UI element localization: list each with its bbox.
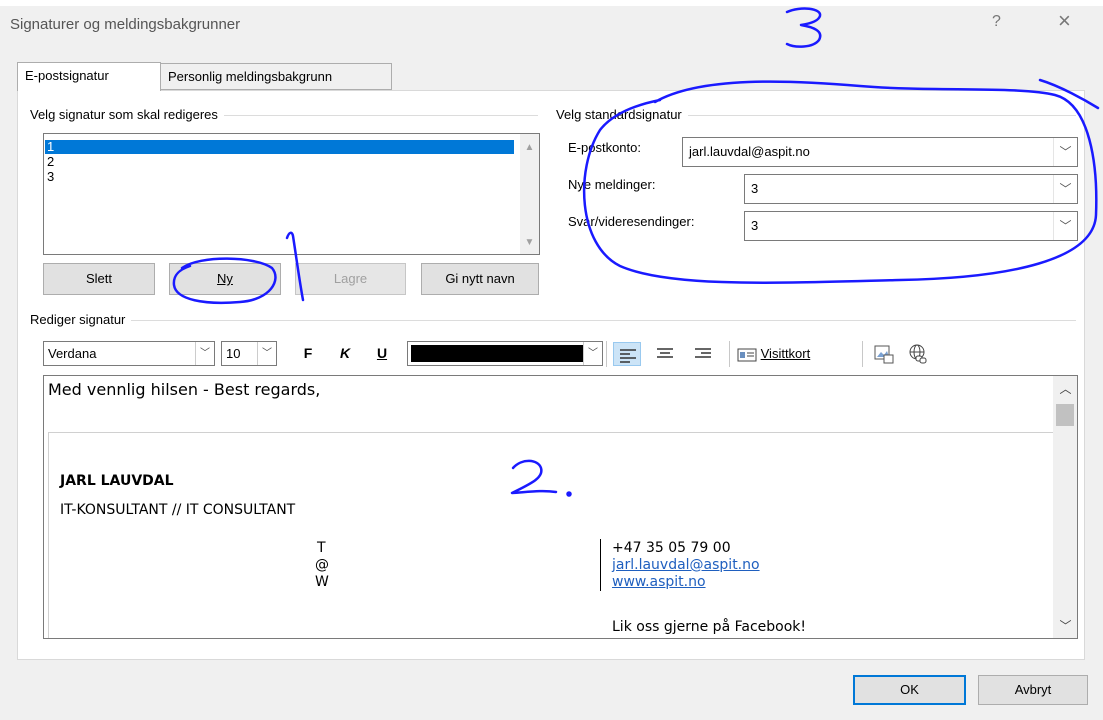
delete-button-label: Slett bbox=[85, 271, 112, 286]
signature-website-link[interactable]: www.aspit.no bbox=[612, 574, 706, 590]
chevron-down-icon[interactable]: ﹀ bbox=[583, 342, 602, 365]
email-account-value: jarl.lauvdal@aspit.no bbox=[689, 144, 810, 159]
email-account-select[interactable]: jarl.lauvdal@aspit.no ﹀ bbox=[682, 137, 1078, 167]
font-size-select[interactable]: 10 ﹀ bbox=[221, 341, 277, 366]
save-button-label: Lagre bbox=[333, 271, 368, 286]
replies-forwards-label: Svar/videresendinger: bbox=[568, 214, 695, 229]
annotation-mark-3 bbox=[785, 7, 822, 48]
font-color-select[interactable]: ﹀ bbox=[407, 341, 603, 366]
ok-button-label: OK bbox=[900, 682, 919, 697]
email-account-label: E-postkonto: bbox=[568, 140, 641, 155]
cancel-button[interactable]: Avbryt bbox=[978, 675, 1088, 705]
signature-list-item[interactable]: 3 bbox=[45, 170, 514, 184]
select-signature-group-label: Velg signatur som skal redigeres bbox=[30, 107, 224, 122]
contact-label-web: W bbox=[315, 574, 329, 590]
signature-phone: +47 35 05 79 00 bbox=[612, 540, 731, 556]
font-value: Verdana bbox=[48, 346, 97, 361]
group-divider bbox=[30, 320, 1076, 321]
signature-editor[interactable]: Med vennlig hilsen - Best regards, JARL … bbox=[43, 375, 1078, 639]
business-card-button[interactable]: Visittkort bbox=[737, 343, 857, 367]
font-size-value: 10 bbox=[226, 346, 241, 361]
toolbar-separator bbox=[729, 341, 730, 367]
align-right-button[interactable] bbox=[689, 342, 717, 366]
new-messages-select[interactable]: 3 ﹀ bbox=[744, 174, 1078, 204]
new-messages-value: 3 bbox=[751, 181, 759, 196]
underline-button[interactable]: U bbox=[372, 342, 392, 364]
align-right-icon bbox=[695, 348, 711, 358]
rename-button[interactable]: Gi nytt navn bbox=[421, 263, 539, 295]
rename-button-label: Gi nytt navn bbox=[445, 271, 515, 286]
insert-picture-button[interactable] bbox=[872, 343, 896, 365]
scroll-thumb[interactable] bbox=[1056, 404, 1074, 426]
help-button[interactable]: ? bbox=[992, 13, 1001, 31]
signature-listbox[interactable]: 1 2 3 ▲ ▼ bbox=[43, 133, 540, 255]
scroll-down-icon[interactable]: ﹀ bbox=[1056, 617, 1075, 634]
edit-signature-group-label: Rediger signatur bbox=[30, 312, 132, 327]
insert-hyperlink-button[interactable] bbox=[906, 343, 930, 365]
toolbar-separator bbox=[606, 341, 607, 367]
new-button-label: Ny bbox=[217, 271, 233, 286]
font-color-swatch bbox=[411, 345, 583, 362]
cancel-button-label: Avbryt bbox=[1014, 682, 1052, 697]
tab-personal-stationery-label: Personlig meldingsbakgrunn bbox=[168, 69, 333, 84]
default-signature-group-label: Velg standardsignatur bbox=[556, 107, 688, 122]
editor-scrollbar[interactable]: ︿ ﹀ bbox=[1053, 376, 1077, 638]
italic-button[interactable]: K bbox=[335, 342, 355, 364]
signature-facebook-text: Lik oss gjerne på Facebook! bbox=[612, 619, 806, 635]
replies-forwards-select[interactable]: 3 ﹀ bbox=[744, 211, 1078, 241]
signature-greeting: Med vennlig hilsen - Best regards, bbox=[48, 380, 321, 399]
contact-label-phone: T bbox=[317, 540, 326, 556]
listbox-scrollbar[interactable]: ▲ ▼ bbox=[520, 134, 539, 254]
hyperlink-icon bbox=[909, 344, 927, 364]
align-left-icon bbox=[620, 349, 636, 363]
signature-job-title: IT-KONSULTANT // IT CONSULTANT bbox=[60, 502, 296, 518]
background-strip bbox=[0, 0, 1103, 6]
signature-list-item[interactable]: 1 bbox=[45, 140, 514, 154]
signature-email-link[interactable]: jarl.lauvdal@aspit.no bbox=[612, 557, 760, 573]
business-card-label: Visittkort bbox=[760, 346, 811, 361]
font-select[interactable]: Verdana ﹀ bbox=[43, 341, 215, 366]
save-button[interactable]: Lagre bbox=[295, 263, 406, 295]
align-left-button[interactable] bbox=[613, 342, 641, 366]
ok-button[interactable]: OK bbox=[853, 675, 966, 705]
bold-button[interactable]: F bbox=[298, 342, 318, 364]
new-messages-label: Nye meldinger: bbox=[568, 177, 656, 192]
new-button[interactable]: Ny bbox=[169, 263, 281, 295]
tab-email-signature-label: E-postsignatur bbox=[25, 68, 109, 83]
chevron-down-icon[interactable]: ﹀ bbox=[1053, 138, 1077, 166]
chevron-down-icon[interactable]: ﹀ bbox=[195, 342, 214, 365]
scroll-up-icon[interactable]: ▲ bbox=[520, 142, 539, 153]
scroll-down-icon[interactable]: ▼ bbox=[520, 237, 539, 248]
toolbar-separator bbox=[862, 341, 863, 367]
signature-list-item[interactable]: 2 bbox=[45, 155, 514, 169]
delete-button[interactable]: Slett bbox=[43, 263, 155, 295]
signature-name: JARL LAUVDAL bbox=[60, 473, 174, 489]
close-button[interactable]: × bbox=[1058, 8, 1071, 34]
signature-table: JARL LAUVDAL IT-KONSULTANT // IT CONSULT… bbox=[48, 432, 1054, 638]
replies-forwards-value: 3 bbox=[751, 218, 759, 233]
align-center-icon bbox=[657, 348, 673, 358]
signature-divider bbox=[600, 539, 601, 591]
dialog-title: Signaturer og meldingsbakgrunner bbox=[10, 16, 241, 33]
align-center-button[interactable] bbox=[651, 342, 679, 366]
contact-label-email: @ bbox=[315, 557, 329, 573]
chevron-down-icon[interactable]: ﹀ bbox=[257, 342, 276, 365]
tab-personal-stationery[interactable]: Personlig meldingsbakgrunn bbox=[160, 63, 392, 90]
business-card-icon bbox=[737, 348, 757, 362]
picture-icon bbox=[874, 345, 894, 364]
tab-email-signature[interactable]: E-postsignatur bbox=[17, 62, 161, 91]
chevron-down-icon[interactable]: ﹀ bbox=[1053, 175, 1077, 203]
chevron-down-icon[interactable]: ﹀ bbox=[1053, 212, 1077, 240]
scroll-up-icon[interactable]: ︿ bbox=[1056, 380, 1075, 397]
